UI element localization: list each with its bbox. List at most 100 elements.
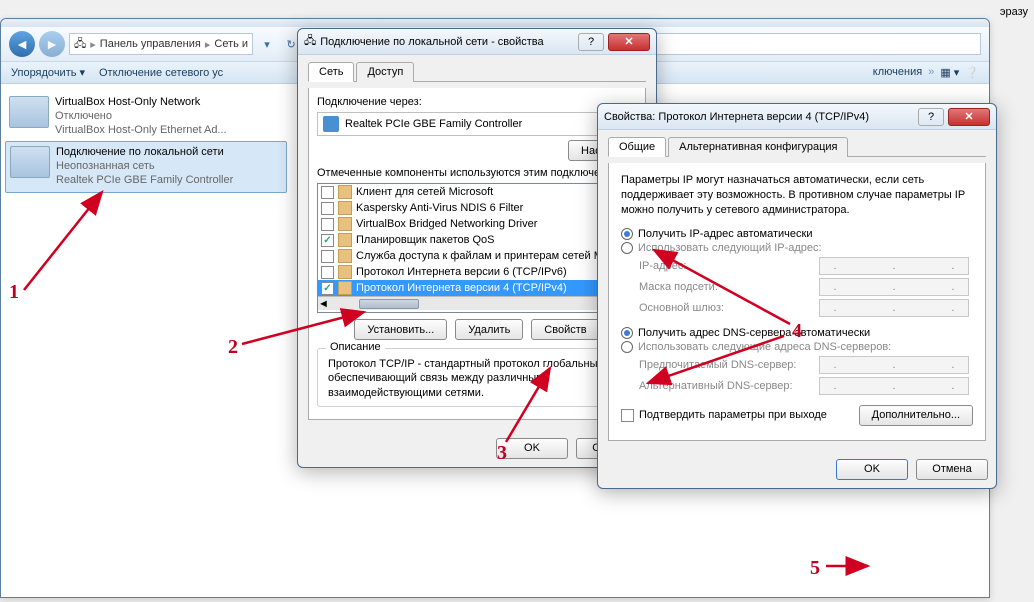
cancel-button[interactable]: Отмена [916,459,988,480]
subnet-mask-label: Маска подсети: [639,281,819,293]
advanced-button[interactable]: Дополнительно... [859,405,973,426]
description-text: Протокол TCP/IP - стандартный протокол г… [328,357,626,400]
tab-access[interactable]: Доступ [356,62,414,82]
adapter-name: Realtek PCIe GBE Family Controller [345,118,522,130]
annotation-1: 1 [9,281,19,304]
breadcrumb-item[interactable]: Панель управления [100,38,201,50]
component-icon [338,281,352,295]
dns2-label: Альтернативный DNS-сервер: [639,380,819,392]
checkbox[interactable] [321,282,334,295]
connection-item[interactable]: VirtualBox Host-Only Network Отключено V… [5,92,287,141]
component-label: Протокол Интернета версии 4 (TCP/IPv4) [356,282,567,294]
connections-list: VirtualBox Host-Only Network Отключено V… [1,84,291,590]
tab-bar: Общие Альтернативная конфигурация [608,136,986,157]
connection-adapter: VirtualBox Host-Only Ethernet Ad... [55,124,227,138]
component-row[interactable]: Протокол Интернета версии 4 (TCP/IPv4) [318,280,636,296]
breadcrumb-item[interactable]: Сеть и [214,38,248,50]
component-icon [338,217,352,231]
component-row[interactable]: Kaspersky Anti-Virus NDIS 6 Filter [318,200,636,216]
dns2-field: ... [819,377,969,395]
ip-address-field: ... [819,257,969,275]
component-label: Служба доступа к файлам и принтерам сете… [356,250,603,262]
components-label: Отмеченные компоненты используются этим … [317,167,637,179]
dns1-field: ... [819,356,969,374]
components-list[interactable]: Клиент для сетей Microsoft Kaspersky Ant… [317,183,637,313]
connection-name: Подключение по локальной сети [56,146,233,160]
component-icon [338,249,352,263]
tab-network[interactable]: Сеть [308,62,354,82]
component-row[interactable]: Служба доступа к файлам и принтерам сете… [318,248,636,264]
confirm-on-exit-checkbox[interactable] [621,409,634,422]
close-button[interactable]: ✕ [608,33,650,51]
checkbox[interactable] [321,266,334,279]
horizontal-scrollbar[interactable]: ◄► [318,296,636,310]
background-text-fragment: эразу [1000,6,1028,18]
component-label: Клиент для сетей Microsoft [356,186,493,198]
component-icon [338,233,352,247]
checkbox[interactable] [321,250,334,263]
gateway-field: ... [819,299,969,317]
connect-via-label: Подключение через: [317,96,637,108]
component-icon [338,185,352,199]
intro-text: Параметры IP могут назначаться автоматич… [621,173,973,218]
component-row[interactable]: Планировщик пакетов QoS [318,232,636,248]
connection-status: Отключено [55,110,227,124]
component-icon [338,265,352,279]
help-icon[interactable]: ❔ [965,66,979,79]
confirm-on-exit-label: Подтвердить параметры при выходе [639,409,827,421]
subnet-mask-field: ... [819,278,969,296]
tab-alternate[interactable]: Альтернативная конфигурация [668,137,848,157]
component-row[interactable]: Клиент для сетей Microsoft [318,184,636,200]
help-button[interactable]: ? [918,108,944,126]
ip-address-label: IP-адрес: [639,260,819,272]
explorer-titlebar [1,19,989,27]
network-adapter-icon [10,146,50,178]
checkbox[interactable] [321,186,334,199]
component-row[interactable]: Протокол Интернета версии 6 (TCP/IPv6) [318,264,636,280]
checkbox[interactable] [321,202,334,215]
ok-button[interactable]: OK [836,459,908,480]
adapter-field: Realtek PCIe GBE Family Controller [317,112,637,136]
remove-button[interactable]: Удалить [455,319,523,340]
ipv4-properties-dialog: Свойства: Протокол Интернета версии 4 (T… [597,103,997,489]
description-title: Описание [326,341,385,353]
properties-button[interactable]: Свойств [531,319,599,340]
annotation-2: 2 [228,336,238,359]
component-row[interactable]: VirtualBox Bridged Networking Driver [318,216,636,232]
connection-status: Неопознанная сеть [56,160,233,174]
connection-item[interactable]: Подключение по локальной сети Неопознанн… [5,141,287,192]
gateway-label: Основной шлюз: [639,302,819,314]
dialog-title: Свойства: Протокол Интернета версии 4 (T… [604,111,918,123]
back-button[interactable]: ◄ [9,31,35,57]
component-label: Протокол Интернета версии 6 (TCP/IPv6) [356,266,567,278]
radio-icon [621,228,633,240]
radio-icon [621,341,633,353]
annotation-5: 5 [810,557,820,580]
breadcrumb-icon: 🖧 [74,35,86,54]
organize-menu[interactable]: Упорядочить ▾ [11,66,85,79]
close-button[interactable]: ✕ [948,108,990,126]
checkbox[interactable] [321,218,334,231]
annotation-3: 3 [497,442,507,465]
connection-adapter: Realtek PCIe GBE Family Controller [56,174,233,188]
toolbar-overflow-icon[interactable]: » [928,66,934,79]
forward-button[interactable]: ► [39,31,65,57]
radio-icon [621,327,633,339]
tab-general[interactable]: Общие [608,137,666,157]
component-label: Планировщик пакетов QoS [356,234,495,246]
breadcrumb[interactable]: 🖧 ▸ Панель управления ▸ Сеть и [69,33,253,55]
connection-name: VirtualBox Host-Only Network [55,96,227,110]
checkbox[interactable] [321,234,334,247]
radio-label: Получить IP-адрес автоматически [638,228,812,240]
install-button[interactable]: Установить... [354,319,447,340]
radio-auto-ip[interactable]: Получить IP-адрес автоматически [621,228,973,240]
disable-device-button[interactable]: Отключение сетевого ус [99,67,223,79]
radio-manual-ip[interactable]: Использовать следующий IP-адрес: [621,242,973,254]
annotation-4: 4 [792,320,802,343]
toolbar-connections-fragment: ключения [873,66,922,79]
help-button[interactable]: ? [578,33,604,51]
dropdown-icon[interactable]: ▾ [257,34,277,54]
radio-label: Использовать следующие адреса DNS-сервер… [638,341,891,353]
view-icon[interactable]: ▦ ▾ [940,66,959,79]
component-label: Kaspersky Anti-Virus NDIS 6 Filter [356,202,523,214]
